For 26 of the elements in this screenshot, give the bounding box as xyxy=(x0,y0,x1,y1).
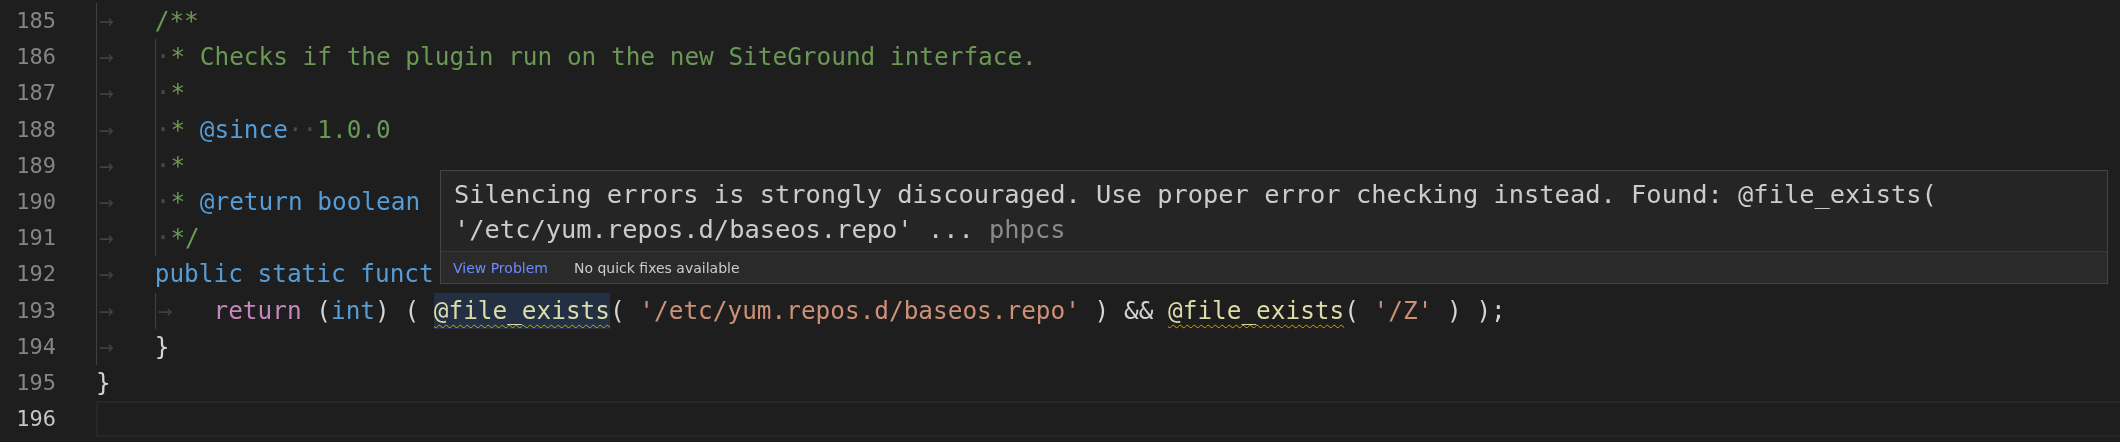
code-line: → /** xyxy=(96,3,199,40)
line-number: 185 xyxy=(15,7,56,35)
line-number: 194 xyxy=(15,332,56,361)
view-problem-link[interactable]: View Problem xyxy=(453,259,548,276)
code-line: } xyxy=(96,366,111,399)
problem-message: Silencing errors is strongly discouraged. Use proper error checking instead. Found: @file_exists( '/etc/yum.repos.d/baseos.repo' ... phpcs xyxy=(453,178,1938,246)
code-line: → ·*/ xyxy=(96,220,200,257)
line-number: 187 xyxy=(15,79,56,108)
code-line: → ·* @return boolean xyxy=(96,183,421,221)
line-number: 190 xyxy=(15,187,56,216)
code-line: → ·* xyxy=(96,147,186,184)
code-line: → public static funct xyxy=(96,256,434,293)
line-number: 188 xyxy=(15,115,56,144)
line-number: 191 xyxy=(15,224,56,253)
line-number: 192 xyxy=(15,260,56,289)
line-number: 193 xyxy=(15,296,56,325)
line-number: 186 xyxy=(15,43,56,72)
line-number: 196 xyxy=(15,405,56,434)
code-line: → ·* Checks if the plugin run on the new SiteGround interface. xyxy=(96,39,1037,76)
line-number: 189 xyxy=(15,151,56,180)
code-line: → → return (int) ( @file_exists( '/etc/yum.repos.d/baseos.repo' ) && @file_exists( '/Z' ) ); xyxy=(96,292,1506,329)
code-line: → } xyxy=(96,328,170,365)
line-number: 195 xyxy=(15,368,56,397)
code-line: → ·* xyxy=(96,75,186,112)
quick-fix-note: No quick fixes available xyxy=(573,259,740,276)
code-line: → ·* @since··1.0.0 xyxy=(96,111,391,148)
